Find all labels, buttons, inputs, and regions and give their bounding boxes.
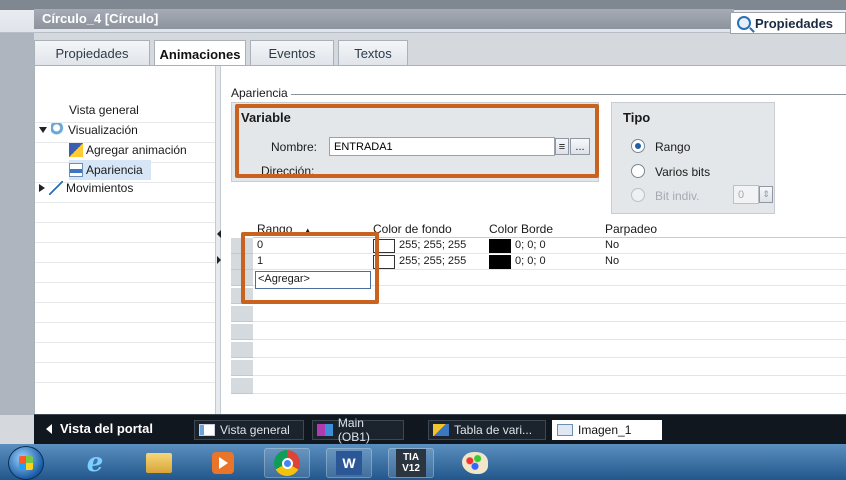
collapse-arrow-icon[interactable] bbox=[39, 184, 45, 192]
movement-icon bbox=[49, 181, 63, 195]
table-row-empty bbox=[231, 324, 846, 340]
tab-textos[interactable]: Textos bbox=[338, 40, 408, 66]
panel-splitter[interactable] bbox=[215, 66, 221, 414]
tab-eventos[interactable]: Eventos bbox=[250, 40, 334, 66]
table-row-empty bbox=[231, 306, 846, 322]
column-header-parpadeo[interactable]: Parpadeo bbox=[601, 222, 717, 238]
table-row-empty bbox=[231, 360, 846, 376]
tree-item-label: Visualización bbox=[68, 123, 138, 137]
magnifier-icon bbox=[737, 16, 751, 30]
windows-taskbar: e W TIA V12 bbox=[0, 444, 846, 480]
paint-icon[interactable] bbox=[452, 448, 498, 478]
start-orb-icon[interactable] bbox=[8, 446, 44, 480]
row-header bbox=[231, 306, 253, 322]
overview-icon bbox=[199, 424, 215, 436]
screen-icon bbox=[557, 424, 573, 436]
cell-color-borde[interactable]: 0; 0; 0 bbox=[511, 238, 601, 254]
portal-tab-imagen-1[interactable]: Imagen_1 bbox=[552, 420, 662, 440]
variable-highlight-box bbox=[235, 104, 599, 178]
radio-bit-indiv-label: Bit indiv. bbox=[655, 189, 700, 203]
tree-item-label: Apariencia bbox=[86, 163, 143, 177]
tree-item-label: Vista general bbox=[69, 103, 139, 117]
tree-item-apariencia[interactable]: Apariencia bbox=[69, 160, 151, 180]
media-player-icon[interactable] bbox=[200, 448, 246, 478]
visualization-icon bbox=[51, 123, 65, 137]
portal-view-label: Vista del portal bbox=[60, 421, 153, 436]
object-title: Círculo_4 [Círculo] bbox=[34, 9, 734, 29]
radio-rango-label: Rango bbox=[655, 140, 691, 154]
column-header-color-fondo[interactable]: Color de fondo bbox=[369, 222, 485, 238]
border-color-swatch[interactable] bbox=[489, 239, 511, 253]
properties-button[interactable]: Propiedades bbox=[730, 12, 846, 34]
add-animation-icon bbox=[69, 143, 83, 157]
column-header-empty bbox=[717, 222, 846, 238]
table-row-empty bbox=[231, 342, 846, 358]
tree-item-movimientos[interactable]: Movimientos bbox=[39, 178, 133, 198]
cell-parpadeo[interactable]: No bbox=[601, 238, 717, 254]
row-header bbox=[231, 378, 253, 394]
border-color-swatch[interactable] bbox=[489, 255, 511, 269]
range-table: Rango ▲ Color de fondo Color Borde Parpa… bbox=[231, 222, 846, 406]
expand-arrow-icon[interactable] bbox=[39, 127, 47, 133]
back-arrow-icon bbox=[46, 423, 52, 434]
internet-explorer-icon[interactable]: e bbox=[72, 448, 118, 478]
range-highlight-box bbox=[241, 232, 379, 304]
properties-panel: Vista general Visualización Agregar anim… bbox=[34, 66, 846, 414]
word-icon[interactable]: W bbox=[326, 448, 372, 478]
tab-propiedades[interactable]: Propiedades bbox=[34, 40, 150, 66]
cell-parpadeo[interactable]: No bbox=[601, 254, 717, 270]
cell-color-fondo[interactable]: 255; 255; 255 bbox=[395, 238, 487, 254]
tipo-group-title: Tipo bbox=[623, 110, 651, 125]
chrome-icon[interactable] bbox=[264, 448, 310, 478]
cell-color-borde[interactable]: 0; 0; 0 bbox=[511, 254, 601, 270]
ob-block-icon bbox=[317, 424, 333, 436]
section-rule bbox=[291, 94, 846, 95]
portal-tab-main-ob1[interactable]: Main (OB1) bbox=[312, 416, 404, 444]
row-header bbox=[231, 360, 253, 376]
appearance-icon bbox=[69, 163, 83, 177]
tree-item-visualizacion[interactable]: Visualización bbox=[39, 120, 138, 140]
properties-button-label: Propiedades bbox=[755, 15, 834, 31]
animation-tree: Vista general Visualización Agregar anim… bbox=[35, 66, 215, 414]
radio-varios-bits[interactable] bbox=[631, 164, 645, 178]
column-header-color-borde[interactable]: Color Borde bbox=[485, 222, 601, 238]
file-explorer-icon[interactable] bbox=[136, 448, 182, 478]
tree-item-label: Agregar animación bbox=[86, 143, 187, 157]
tree-item-agregar-animacion[interactable]: Agregar animación bbox=[69, 140, 187, 160]
tia-portal-icon[interactable]: TIA V12 bbox=[388, 448, 434, 478]
title-bar: Círculo_4 [Círculo] Propiedades bbox=[0, 0, 846, 34]
tab-bar: Propiedades Animaciones Eventos Textos bbox=[34, 40, 412, 67]
left-strip bbox=[0, 33, 34, 415]
portal-tab-tabla-variables[interactable]: Tabla de vari... bbox=[428, 420, 546, 440]
splitter-left-arrow-icon[interactable] bbox=[217, 230, 221, 238]
tag-table-icon bbox=[433, 424, 449, 436]
row-header bbox=[231, 342, 253, 358]
portal-tab-vista-general[interactable]: Vista general bbox=[194, 420, 304, 440]
cell-color-fondo[interactable]: 255; 255; 255 bbox=[395, 254, 487, 270]
splitter-right-arrow-icon[interactable] bbox=[217, 256, 221, 264]
portal-view-button[interactable]: Vista del portal bbox=[46, 421, 153, 436]
tree-item-label: Movimientos bbox=[66, 181, 134, 195]
section-title: Apariencia bbox=[231, 86, 288, 100]
bit-value-input bbox=[733, 185, 759, 204]
radio-bit-indiv bbox=[631, 188, 645, 202]
tree-item-vista-general[interactable]: Vista general bbox=[69, 100, 139, 120]
radio-rango[interactable] bbox=[631, 139, 645, 153]
portal-bar: Vista del portal Vista general Main (OB1… bbox=[34, 414, 846, 444]
radio-varios-bits-label: Varios bits bbox=[655, 165, 711, 179]
bit-spinner-icon: ⇕ bbox=[759, 186, 773, 203]
tab-animaciones[interactable]: Animaciones bbox=[154, 40, 246, 67]
table-row-empty bbox=[231, 378, 846, 394]
row-header bbox=[231, 324, 253, 340]
